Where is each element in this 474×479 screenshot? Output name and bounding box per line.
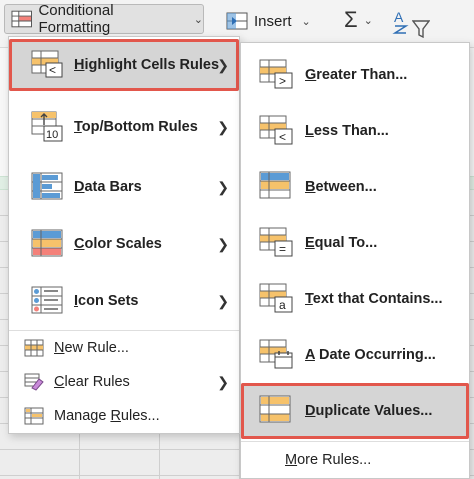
menu-item-clear-rules[interactable]: Clear Rules ❯ (9, 365, 239, 399)
submenu-item-greater-than[interactable]: > Greater Than... (241, 47, 469, 103)
conditional-formatting-label: Conditional Formatting (38, 2, 114, 36)
submenu-item-label: Equal To... (305, 235, 378, 251)
highlight-cells-icon: < (31, 50, 63, 78)
svg-text:>: > (279, 74, 286, 88)
menu-item-label: Highlight Cells Rules (74, 57, 220, 73)
submenu-item-between[interactable]: Between... (241, 159, 469, 215)
top-bottom-icon: 10 (31, 111, 63, 142)
submenu-item-label: A Date Occurring... (305, 347, 436, 363)
menu-item-label: New Rule... (54, 340, 129, 356)
menu-item-label: Clear Rules (54, 374, 130, 390)
submenu-item-equal-to[interactable]: = Equal To... (241, 215, 469, 271)
menu-item-color-scales[interactable]: Color Scales ❯ (9, 218, 239, 270)
sigma-icon: Σ (344, 7, 358, 32)
data-bars-icon (31, 172, 63, 200)
menu-item-label: Manage Rules... (54, 408, 160, 424)
svg-text:A: A (394, 9, 404, 25)
highlight-cells-rules-submenu: > Greater Than... < Less Than... Between… (240, 42, 470, 479)
chevron-right-icon: ❯ (217, 56, 229, 73)
new-rule-icon (24, 339, 44, 357)
menu-item-label: Icon Sets (74, 293, 139, 309)
insert-button[interactable]: Insert ⌄ (226, 8, 311, 34)
chevron-right-icon: ❯ (217, 235, 229, 252)
between-icon (259, 171, 291, 199)
equal-to-icon: = (259, 227, 293, 257)
menu-item-label: Color Scales (74, 236, 162, 252)
greater-than-icon: > (259, 59, 293, 89)
conditional-formatting-icon (11, 10, 32, 28)
submenu-item-duplicate-values[interactable]: Duplicate Values... (241, 383, 469, 439)
filter-icon[interactable] (412, 20, 430, 38)
chevron-right-icon: ❯ (217, 178, 229, 195)
conditional-formatting-menu: < Highlight Cells Rules ❯ 10 Top/Bottom … (8, 36, 240, 434)
menu-item-top-bottom-rules[interactable]: 10 Top/Bottom Rules ❯ (9, 101, 239, 153)
submenu-item-label: Greater Than... (305, 67, 408, 83)
chevron-down-icon: ⌄ (363, 14, 373, 27)
menu-item-icon-sets[interactable]: Icon Sets ❯ (9, 275, 239, 327)
submenu-item-label: Less Than... (305, 123, 389, 139)
svg-text:<: < (279, 130, 286, 144)
menu-item-manage-rules[interactable]: Manage Rules... (9, 399, 239, 433)
submenu-item-label: Duplicate Values... (305, 403, 433, 419)
manage-rules-icon (24, 407, 44, 425)
chevron-down-icon: ⌄ (193, 13, 203, 26)
text-contains-icon: a (259, 283, 293, 313)
less-than-icon: < (259, 115, 293, 145)
insert-icon (226, 12, 248, 30)
menu-item-highlight-cells-rules[interactable]: < Highlight Cells Rules ❯ (9, 39, 239, 91)
icon-sets-icon (31, 286, 63, 314)
conditional-formatting-button[interactable]: Conditional Formatting ⌄ (4, 2, 204, 36)
date-occurring-icon (259, 339, 293, 369)
menu-item-label: Data Bars (74, 179, 142, 195)
submenu-item-date-occurring[interactable]: A Date Occurring... (241, 327, 469, 383)
svg-text:10: 10 (46, 129, 58, 141)
submenu-item-less-than[interactable]: < Less Than... (241, 103, 469, 159)
chevron-right-icon: ❯ (217, 292, 229, 309)
submenu-item-text-contains[interactable]: a Text that Contains... (241, 271, 469, 327)
clear-rules-icon (24, 373, 44, 391)
autosum-button[interactable]: Σ ⌄ (344, 6, 373, 34)
menu-item-new-rule[interactable]: New Rule... (9, 331, 239, 365)
svg-text:=: = (279, 242, 286, 256)
chevron-right-icon: ❯ (217, 118, 229, 135)
submenu-item-more-rules[interactable]: More Rules... (241, 442, 469, 478)
svg-text:<: < (49, 63, 56, 77)
svg-text:a: a (279, 298, 286, 312)
sort-icon[interactable]: A (392, 8, 410, 34)
submenu-item-label: Text that Contains... (305, 291, 443, 307)
color-scales-icon (31, 229, 63, 257)
menu-item-label: Top/Bottom Rules (74, 119, 198, 135)
chevron-right-icon: ❯ (217, 373, 229, 390)
submenu-item-label: Between... (305, 179, 377, 195)
chevron-down-icon: ⌄ (301, 15, 311, 28)
menu-item-data-bars[interactable]: Data Bars ❯ (9, 161, 239, 213)
submenu-item-label: More Rules... (285, 452, 372, 468)
duplicate-values-icon (259, 395, 291, 423)
insert-label: Insert (254, 12, 292, 30)
